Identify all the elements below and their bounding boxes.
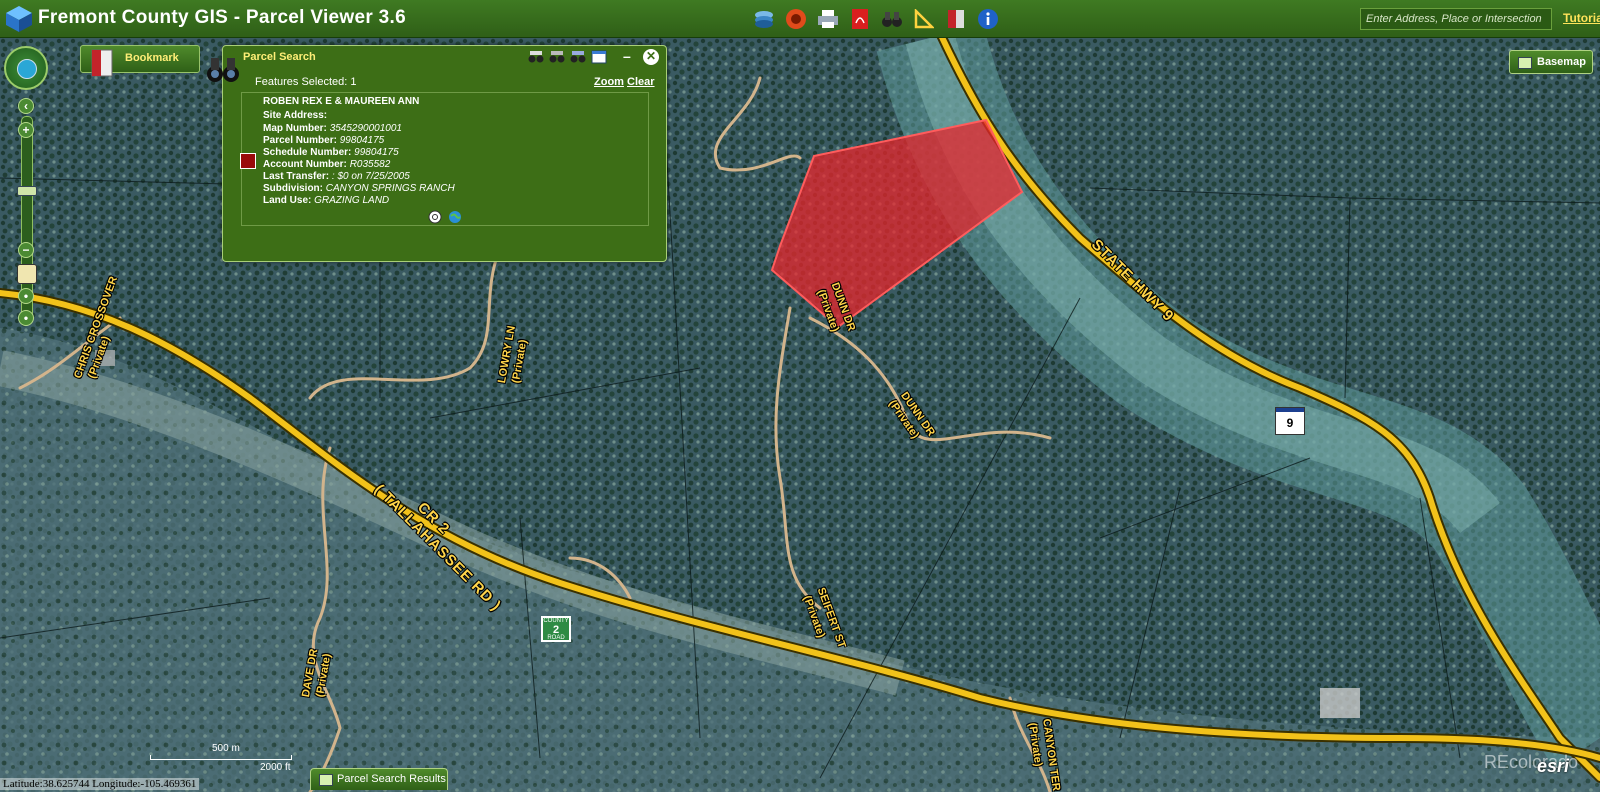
- zoom-level-button-2[interactable]: •: [18, 310, 34, 326]
- owner-name: ROBEN REX E & MAUREEN ANN: [263, 96, 420, 107]
- basemap-label: Basemap: [1537, 56, 1586, 68]
- result-actions: [428, 210, 462, 224]
- info-icon[interactable]: [976, 7, 1000, 31]
- measure-icon[interactable]: [912, 7, 936, 31]
- field-value: 99804175: [339, 135, 385, 146]
- results-table-icon: [319, 774, 333, 786]
- field-parcel-number: Parcel Number: 99804175: [263, 135, 384, 146]
- close-button[interactable]: ✕: [643, 49, 659, 65]
- table-view-icon[interactable]: [591, 50, 607, 64]
- county-road-sign: COUNTY 2 ROAD: [541, 616, 571, 642]
- zoom-link[interactable]: Zoom: [594, 76, 624, 88]
- map-navigation: ‹ + − • •: [4, 46, 48, 336]
- pan-hand-icon[interactable]: [17, 264, 37, 284]
- bookmark-book-icon: [91, 49, 113, 77]
- field-value: 99804175: [354, 147, 399, 158]
- field-subdivision: Subdivision: CANYON SPRINGS RANCH: [263, 183, 455, 194]
- select-tool-icon[interactable]: [549, 50, 565, 64]
- print-icon[interactable]: [816, 7, 840, 31]
- county-sign-number: 2: [552, 624, 560, 636]
- bookmark-button[interactable]: Bookmark: [80, 45, 200, 77]
- zoom-level-button-1[interactable]: •: [18, 288, 34, 304]
- field-label: Map Number:: [263, 123, 327, 134]
- field-label: Land Use:: [263, 195, 312, 206]
- parcel-search-binoculars-icon: [207, 58, 239, 82]
- field-value: : $0 on 7/25/2005: [331, 171, 410, 182]
- layers-icon[interactable]: [752, 7, 776, 31]
- top-bar: Fremont County GIS - Parcel Viewer 3.6 T…: [0, 0, 1600, 38]
- buffer-tool-icon[interactable]: [570, 50, 586, 64]
- field-label: Last Transfer:: [263, 171, 330, 182]
- field-label: Site Address:: [263, 110, 328, 121]
- parcel-color-swatch[interactable]: [240, 153, 256, 169]
- field-label: Account Number:: [263, 159, 347, 170]
- scale-bar: [150, 755, 292, 760]
- esri-logo: esri: [1537, 756, 1570, 776]
- field-label: Subdivision:: [263, 183, 323, 194]
- state-highway-sign: 9: [1275, 407, 1305, 435]
- colorado-flag-icon: [1276, 408, 1304, 416]
- features-selected: Features Selected: 1: [255, 76, 357, 88]
- previous-extent-button[interactable]: ‹: [18, 98, 34, 114]
- bookmark-label: Bookmark: [125, 52, 179, 64]
- app-logo-icon: [6, 6, 32, 32]
- field-value: R035582: [349, 159, 391, 170]
- minimize-button[interactable]: –: [623, 48, 631, 64]
- cursor-coordinates: Latitude:38.625744 Longitude:-105.469361: [0, 778, 200, 790]
- field-map-number: Map Number: 3545290001001: [263, 123, 402, 134]
- zoom-out-button[interactable]: −: [18, 242, 34, 258]
- address-search: [1360, 8, 1552, 30]
- zoom-slider-thumb[interactable]: [17, 186, 37, 196]
- results-tab-label: Parcel Search Results: [337, 773, 446, 785]
- field-account-number: Account Number: R035582: [263, 159, 390, 170]
- binoculars-icon[interactable]: [880, 7, 904, 31]
- state-sign-number: 9: [1286, 416, 1294, 430]
- parcel-result: ROBEN REX E & MAUREEN ANN Site Address: …: [233, 92, 657, 257]
- field-value: 3545290001001: [329, 123, 402, 134]
- panel-toolbar: [528, 50, 607, 64]
- field-label: Schedule Number:: [263, 147, 352, 158]
- basemap-icon: [1518, 57, 1532, 69]
- search-tool-icon[interactable]: [528, 50, 544, 64]
- address-search-input[interactable]: [1361, 9, 1551, 29]
- app-title: Fremont County GIS - Parcel Viewer 3.6: [38, 7, 406, 28]
- pan-control[interactable]: [4, 46, 48, 90]
- field-last-transfer: Last Transfer: : $0 on 7/25/2005: [263, 171, 410, 182]
- field-schedule-number: Schedule Number: 99804175: [263, 147, 399, 158]
- field-land-use: Land Use: GRAZING LAND: [263, 195, 389, 206]
- county-sign-bottom: ROAD: [547, 635, 565, 641]
- record-icon[interactable]: [784, 7, 808, 31]
- zoom-to-parcel-icon[interactable]: [428, 210, 442, 224]
- field-value: CANYON SPRINGS RANCH: [325, 183, 455, 194]
- clear-link[interactable]: Clear: [627, 76, 655, 88]
- scale-feet: 2000 ft: [260, 762, 291, 773]
- parcel-search-panel: Parcel Search – ✕ Features Selected: 1 Z…: [222, 45, 667, 262]
- basemap-button[interactable]: Basemap: [1509, 50, 1593, 74]
- bookmark-icon[interactable]: [944, 7, 968, 31]
- globe-icon[interactable]: [17, 59, 37, 79]
- panel-title: Parcel Search: [243, 51, 316, 63]
- pdf-icon[interactable]: [848, 7, 872, 31]
- field-site-address: Site Address:: [263, 110, 327, 121]
- globe-link-icon[interactable]: [448, 210, 462, 224]
- scale-meters: 500 m: [212, 743, 240, 754]
- field-value: GRAZING LAND: [314, 195, 390, 206]
- parcel-search-results-tab[interactable]: Parcel Search Results: [310, 768, 448, 790]
- zoom-in-button[interactable]: +: [18, 122, 34, 138]
- tutorial-link[interactable]: Tutorial: [1563, 11, 1600, 25]
- toolbar: [752, 7, 1000, 31]
- field-label: Parcel Number:: [263, 135, 337, 146]
